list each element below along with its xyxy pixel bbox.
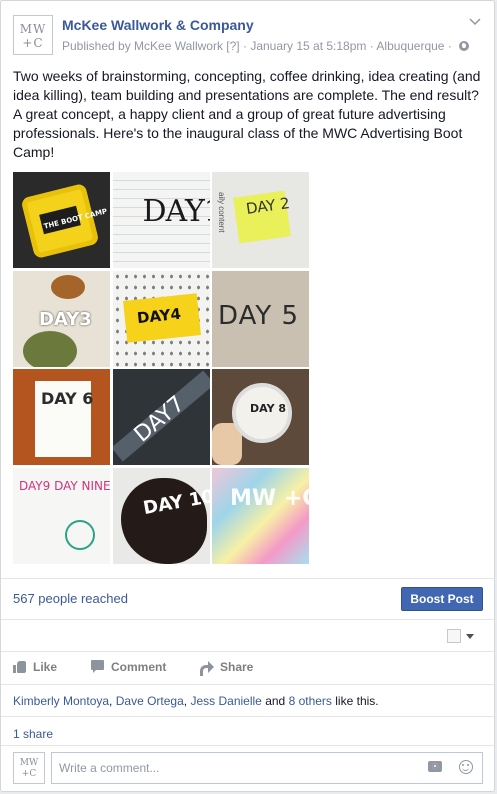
share-label: Share <box>220 660 254 674</box>
photo-caption: DAY7 <box>129 391 190 448</box>
photo-tile[interactable]: aily content DAY 2 <box>212 172 309 268</box>
published-by-text: Published by McKee Wallwork <box>62 39 223 53</box>
photo-tile[interactable]: THE BOOT CAMP <box>13 172 110 268</box>
liker-link[interactable]: Dave Ortega <box>116 694 184 708</box>
logo-text-top: MW <box>19 758 39 768</box>
liker-link[interactable]: Kimberly Montoya <box>13 694 109 708</box>
meta-separator: · <box>369 39 374 53</box>
divider <box>1 745 494 746</box>
page-avatar-mini-icon <box>447 629 461 643</box>
thumbs-up-icon <box>13 660 27 673</box>
photo-caption: DAY9 DAY NINE <box>19 478 110 493</box>
chevron-down-icon[interactable] <box>468 15 482 29</box>
and-text: and <box>265 694 286 708</box>
photo-tile[interactable]: DAY9 DAY NINE <box>13 467 110 564</box>
photo-caption: DAY3 <box>39 308 92 330</box>
comment-label: Comment <box>111 660 167 674</box>
divider <box>1 716 494 717</box>
photo-tile[interactable]: DAY 8 <box>212 369 309 465</box>
liker-link[interactable]: Jess Danielle <box>190 694 261 708</box>
page-avatar[interactable]: MW +C <box>13 15 53 55</box>
commenter-avatar: MW +C <box>13 752 45 784</box>
camera-icon[interactable] <box>428 761 442 772</box>
meta-separator: · <box>242 39 247 53</box>
likes-summary: Kimberly Montoya, Dave Ortega, Jess Dani… <box>13 694 379 708</box>
others-link[interactable]: 8 others <box>289 694 332 708</box>
emoji-icon[interactable] <box>459 760 473 774</box>
people-reached-link[interactable]: 567 people reached <box>13 591 128 606</box>
photo-tile[interactable]: DAY 10 <box>112 467 210 564</box>
post-location-link[interactable]: Albuquerque <box>376 39 444 53</box>
photo-grid: THE BOOT CAMP DAY1 aily content DAY 2 DA… <box>13 172 309 565</box>
photo-caption: DAY 6 <box>41 389 94 408</box>
photo-tile[interactable]: DAY 6 <box>13 369 110 465</box>
help-marker[interactable]: [?] <box>226 39 239 53</box>
post-date-link[interactable]: January 15 at 5:18pm <box>250 39 366 53</box>
divider <box>1 578 494 579</box>
like-label: Like <box>33 660 58 674</box>
photo-tile[interactable]: DAY3 <box>13 270 110 367</box>
post-card: MW +C McKee Wallwork & Company Published… <box>0 0 495 792</box>
photo-tile[interactable]: DAY 5 <box>212 270 309 367</box>
comment-input[interactable] <box>51 752 483 784</box>
page-voice-selector[interactable] <box>447 629 477 645</box>
photo-caption: DAY1 <box>142 194 210 229</box>
logo-text-bottom: +C <box>21 769 37 779</box>
logo-text-bottom: +C <box>22 36 44 50</box>
photo-caption: DAY 8 <box>250 402 287 415</box>
comma: , <box>109 694 113 708</box>
photo-caption: DAY 5 <box>218 300 300 331</box>
photo-caption: DAY4 <box>135 304 182 327</box>
photo-side-text: aily content <box>217 192 226 233</box>
post-header: MW +C McKee Wallwork & Company Published… <box>13 13 482 55</box>
photo-tile[interactable]: MW +C <box>212 467 309 564</box>
divider <box>1 651 494 652</box>
logo-text-top: MW <box>19 22 47 36</box>
boost-post-button[interactable]: Boost Post <box>401 587 483 611</box>
likes-suffix: like this. <box>335 694 379 708</box>
comment-button[interactable]: Comment <box>91 660 166 676</box>
caret-down-icon <box>466 634 474 639</box>
meta-separator: · <box>447 39 452 53</box>
photo-caption: MW +C <box>230 485 309 511</box>
photo-tile[interactable]: DAY7 <box>112 369 210 465</box>
post-text: Two weeks of brainstorming, concepting, … <box>13 68 481 160</box>
like-button[interactable]: Like <box>13 660 57 676</box>
post-meta: Published by McKee Wallwork [?] · Januar… <box>62 39 470 53</box>
share-button[interactable]: Share <box>200 660 253 676</box>
comment-icon <box>91 660 105 673</box>
comma: , <box>183 694 188 708</box>
share-arrow-icon <box>200 660 214 676</box>
shares-link[interactable]: 1 share <box>13 727 53 741</box>
divider <box>1 619 494 620</box>
photo-tile[interactable]: DAY1 <box>112 172 210 268</box>
divider <box>1 684 494 685</box>
photo-tile[interactable]: DAY4 <box>112 270 210 367</box>
page-name-link[interactable]: McKee Wallwork & Company <box>62 17 254 33</box>
globe-icon[interactable] <box>459 41 470 51</box>
